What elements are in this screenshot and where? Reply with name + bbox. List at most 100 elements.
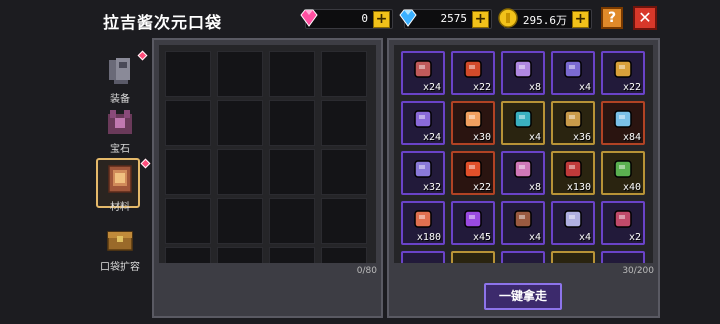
- material-slot[interactable]: x24: [401, 51, 445, 95]
- materials-capacity: 30/200: [622, 266, 654, 276]
- material-slot[interactable]: x30: [451, 101, 495, 145]
- pink-gem-icon: [300, 9, 318, 27]
- empty-slot[interactable]: [269, 51, 315, 97]
- item-quantity: x36: [572, 132, 591, 143]
- sidebar-item-pocket-expand[interactable]: 口袋扩容: [94, 222, 146, 273]
- material-slot[interactable]: x8: [501, 51, 545, 95]
- item-quantity: x24: [422, 132, 441, 143]
- material-slot[interactable]: x40: [601, 151, 645, 195]
- material-slot[interactable]: x2: [601, 201, 645, 245]
- material-slot[interactable]: x8: [501, 151, 545, 195]
- add-blue-diamond-button[interactable]: +: [472, 11, 489, 28]
- materials-panel: x24 x22 x8 x4 x22 x24 x30 x4 x36 x84 x32 x22 x8 x130 x…: [387, 38, 660, 318]
- material-slot[interactable]: x24: [401, 101, 445, 145]
- empty-slot[interactable]: [165, 51, 211, 97]
- empty-slot[interactable]: [217, 198, 263, 244]
- empty-slot[interactable]: [321, 198, 367, 244]
- material-slot[interactable]: x32: [401, 151, 445, 195]
- pocket-panel: 0/80: [152, 38, 383, 318]
- item-quantity: x22: [622, 82, 641, 93]
- add-gold-coin-button[interactable]: +: [572, 11, 589, 28]
- sidebar-item-gems[interactable]: 宝石: [94, 104, 146, 155]
- item-quantity: x22: [472, 182, 491, 193]
- item-quantity: x2: [628, 232, 641, 243]
- blue-diamond-icon: [399, 9, 417, 27]
- material-slot[interactable]: x36: [551, 101, 595, 145]
- new-badge: [137, 50, 148, 61]
- sidebar-item-label: 口袋扩容: [100, 262, 140, 273]
- material-slot[interactable]: x4: [551, 201, 595, 245]
- material-slot[interactable]: [501, 251, 545, 263]
- material-slot[interactable]: x4: [501, 201, 545, 245]
- empty-slot[interactable]: [269, 100, 315, 146]
- material-slot[interactable]: x22: [451, 151, 495, 195]
- material-slot[interactable]: x84: [601, 101, 645, 145]
- add-pink-gem-button[interactable]: +: [373, 11, 390, 28]
- gold-coin-icon: [498, 8, 518, 28]
- sidebar-item-label: 材料: [110, 202, 130, 213]
- close-button[interactable]: ✕: [633, 6, 657, 30]
- item-quantity: x22: [472, 82, 491, 93]
- pink-gem-counter: 0 +: [300, 9, 393, 29]
- item-quantity: x4: [578, 82, 591, 93]
- chest-expand-icon: [107, 231, 133, 251]
- item-quantity: x84: [622, 132, 641, 143]
- item-quantity: x4: [528, 232, 541, 243]
- sidebar-item-equipment[interactable]: 装备: [94, 50, 148, 105]
- item-quantity: x40: [622, 182, 641, 193]
- page-title: 拉吉酱次元口袋: [103, 13, 223, 32]
- material-slot[interactable]: [401, 251, 445, 263]
- empty-slot[interactable]: [165, 198, 211, 244]
- sidebar-item-label: 装备: [110, 94, 130, 105]
- help-button[interactable]: ?: [601, 7, 623, 29]
- empty-slot[interactable]: [217, 149, 263, 195]
- empty-slot[interactable]: [165, 149, 211, 195]
- item-quantity: x45: [472, 232, 491, 243]
- material-slot[interactable]: [451, 251, 495, 263]
- material-slot[interactable]: x130: [551, 151, 595, 195]
- material-slot[interactable]: x45: [451, 201, 495, 245]
- sidebar-item-label: 宝石: [110, 144, 130, 155]
- item-quantity: x30: [472, 132, 491, 143]
- take-all-button[interactable]: 一键拿走: [484, 283, 562, 310]
- empty-slot[interactable]: [321, 100, 367, 146]
- material-slot[interactable]: x180: [401, 201, 445, 245]
- material-slot[interactable]: [551, 251, 595, 263]
- empty-slot[interactable]: [217, 247, 263, 263]
- armor-icon: [109, 58, 130, 84]
- pocket-capacity: 0/80: [356, 266, 377, 276]
- gold-coin-value: 295.6万: [522, 14, 567, 27]
- blue-diamond-value: 2575: [440, 12, 468, 25]
- empty-slot[interactable]: [269, 198, 315, 244]
- gold-coin-counter: 295.6万 +: [498, 8, 592, 29]
- item-quantity: x8: [528, 182, 541, 193]
- materials-grid: x24 x22 x8 x4 x22 x24 x30 x4 x36 x84 x32 x22 x8 x130 x…: [394, 45, 653, 263]
- material-slot[interactable]: x4: [501, 101, 545, 145]
- item-quantity: x32: [422, 182, 441, 193]
- item-quantity: x4: [578, 232, 591, 243]
- empty-slot[interactable]: [165, 247, 211, 263]
- item-quantity: x4: [528, 132, 541, 143]
- empty-slot[interactable]: [321, 149, 367, 195]
- material-slot[interactable]: [601, 251, 645, 263]
- item-quantity: x8: [528, 82, 541, 93]
- material-slot[interactable]: x22: [601, 51, 645, 95]
- material-slot[interactable]: x22: [451, 51, 495, 95]
- empty-slot[interactable]: [269, 149, 315, 195]
- pink-gem-value: 0: [361, 12, 368, 25]
- empty-slot[interactable]: [269, 247, 315, 263]
- material-slot[interactable]: x4: [551, 51, 595, 95]
- gem-chest-icon: [108, 110, 132, 134]
- pocket-grid: [159, 45, 376, 263]
- empty-slot[interactable]: [321, 247, 367, 263]
- item-quantity: x24: [422, 82, 441, 93]
- new-badge: [140, 158, 151, 169]
- empty-slot[interactable]: [165, 100, 211, 146]
- item-quantity: x180: [416, 232, 441, 243]
- blue-diamond-counter: 2575 +: [399, 9, 492, 29]
- material-book-icon: [108, 165, 132, 193]
- empty-slot[interactable]: [321, 51, 367, 97]
- sidebar-item-materials[interactable]: 材料: [94, 158, 151, 213]
- empty-slot[interactable]: [217, 51, 263, 97]
- empty-slot[interactable]: [217, 100, 263, 146]
